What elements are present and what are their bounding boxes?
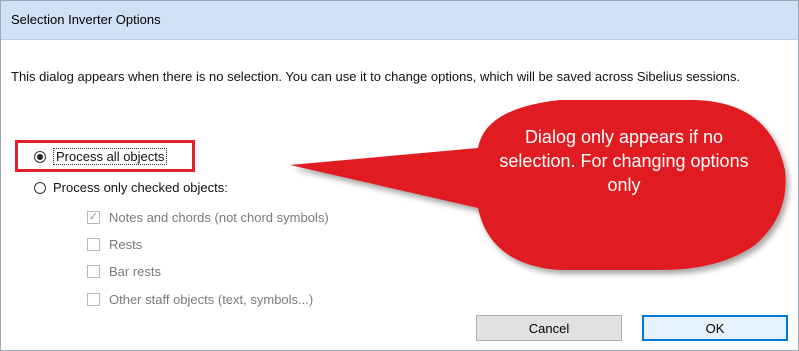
radio-process-checked-label: Process only checked objects: (53, 180, 228, 195)
radio-button-unchecked[interactable] (34, 181, 46, 194)
checkbox-rests[interactable]: Rests (87, 237, 142, 252)
checkbox-label: Bar rests (109, 264, 162, 279)
checkbox-notes-chords[interactable]: ✓ Notes and chords (not chord symbols) (87, 210, 329, 225)
checkbox-unchecked[interactable] (87, 293, 100, 306)
titlebar[interactable]: Selection Inverter Options (1, 1, 798, 40)
radio-process-checked[interactable]: Process only checked objects: (34, 180, 228, 195)
annotation-highlight-box (15, 140, 195, 172)
checkbox-unchecked[interactable] (87, 265, 100, 278)
callout-text: Dialog only appears if no selection. For… (499, 127, 749, 195)
checkbox-checked[interactable]: ✓ (87, 211, 100, 224)
checkbox-other-staff-objects[interactable]: Other staff objects (text, symbols...) (87, 292, 313, 307)
checkbox-label: Other staff objects (text, symbols...) (109, 292, 314, 307)
checkbox-label: Notes and chords (not chord symbols) (109, 210, 329, 225)
checkbox-unchecked[interactable] (87, 238, 100, 251)
ok-button[interactable]: OK (642, 315, 788, 341)
dialog-description: This dialog appears when there is no sel… (11, 69, 741, 84)
cancel-button[interactable]: Cancel (476, 315, 622, 341)
dialog-title: Selection Inverter Options (11, 12, 161, 27)
checkbox-label: Rests (109, 237, 143, 252)
checkbox-bar-rests[interactable]: Bar rests (87, 264, 161, 279)
